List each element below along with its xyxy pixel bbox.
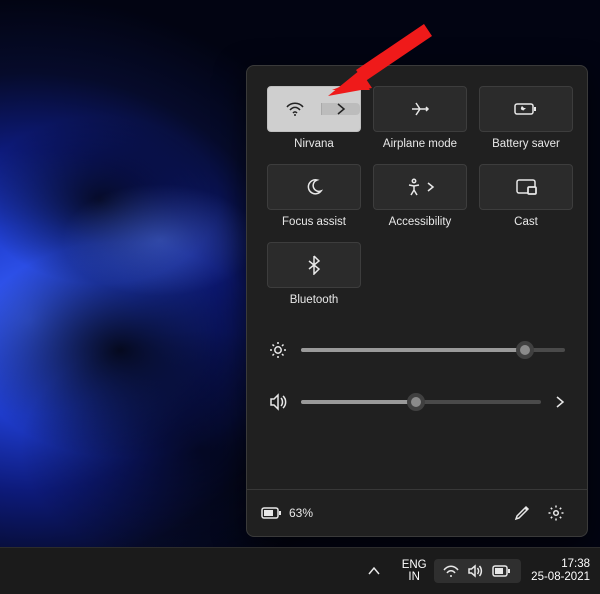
brightness-slider[interactable]	[301, 348, 565, 352]
focus-assist-tile[interactable]	[267, 164, 361, 210]
bluetooth-icon	[307, 255, 321, 275]
wifi-icon	[443, 565, 459, 578]
sliders-section	[247, 318, 587, 438]
speaker-icon	[468, 564, 483, 578]
battery-percentage: 63%	[289, 506, 313, 520]
battery-saver-label: Battery saver	[492, 138, 560, 150]
volume-slider[interactable]	[301, 400, 541, 404]
wifi-tile[interactable]	[267, 86, 361, 132]
lang-primary: ENG	[402, 559, 427, 571]
wifi-toggle[interactable]	[268, 101, 321, 117]
taskbar: ENG IN 17:38 25-08-2021	[0, 547, 600, 594]
gear-icon	[547, 504, 565, 522]
focus-assist-label: Focus assist	[282, 216, 346, 228]
clock-time: 17:38	[561, 558, 590, 571]
cast-tile[interactable]	[479, 164, 573, 210]
airplane-label: Airplane mode	[383, 138, 457, 150]
edit-button[interactable]	[505, 496, 539, 530]
airplane-icon	[409, 100, 431, 118]
quick-settings-panel: Nirvana Airplane mode Battery saver	[246, 65, 588, 537]
chevron-right-icon	[427, 182, 435, 192]
battery-icon	[492, 565, 512, 577]
panel-footer: 63%	[247, 489, 587, 536]
battery-saver-tile[interactable]	[479, 86, 573, 132]
volume-expand-button[interactable]	[555, 396, 565, 408]
pencil-icon	[514, 505, 530, 521]
clock-button[interactable]: 17:38 25-08-2021	[531, 558, 590, 584]
clock-date: 25-08-2021	[531, 571, 590, 584]
chevron-up-icon	[368, 566, 380, 576]
wifi-expand-button[interactable]	[321, 103, 360, 115]
system-tray-button[interactable]	[434, 559, 521, 583]
accessibility-icon	[406, 178, 422, 196]
cast-icon	[515, 179, 537, 195]
accessibility-tile[interactable]	[373, 164, 467, 210]
chevron-right-icon	[336, 103, 346, 115]
quick-tiles-grid: Nirvana Airplane mode Battery saver	[247, 66, 587, 318]
bluetooth-tile[interactable]	[267, 242, 361, 288]
accessibility-label: Accessibility	[389, 216, 452, 228]
settings-button[interactable]	[539, 496, 573, 530]
language-button[interactable]: ENG IN	[398, 559, 430, 583]
cast-label: Cast	[514, 216, 538, 228]
tray-overflow-button[interactable]	[368, 566, 394, 576]
brightness-icon	[269, 341, 287, 359]
brightness-row	[269, 324, 565, 376]
wifi-icon	[285, 101, 305, 117]
volume-row	[269, 376, 565, 428]
bluetooth-label: Bluetooth	[290, 294, 339, 306]
lang-secondary: IN	[408, 571, 420, 583]
airplane-tile[interactable]	[373, 86, 467, 132]
battery-icon	[261, 506, 283, 520]
speaker-icon	[269, 393, 287, 411]
moon-icon	[305, 178, 323, 196]
wifi-label: Nirvana	[294, 138, 334, 150]
battery-saver-icon	[513, 101, 539, 117]
